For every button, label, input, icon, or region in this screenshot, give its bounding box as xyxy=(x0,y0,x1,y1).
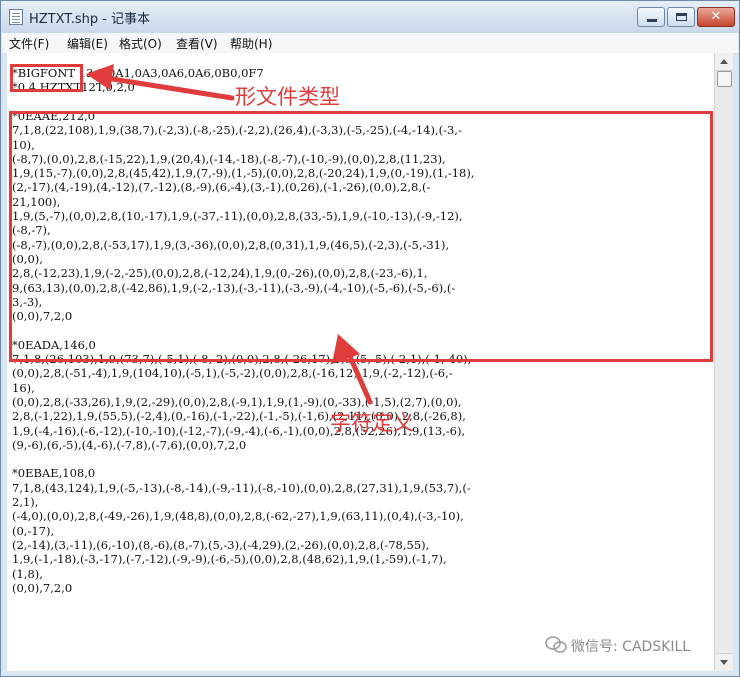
editor-line: (0,-17), xyxy=(12,523,55,538)
close-button[interactable]: ✕ xyxy=(697,7,735,27)
editor-line: (-4,0),(0,0),2,8,(-49,-26),1,9,(48,8),(0… xyxy=(12,509,464,524)
arrow-to-char-definition-icon xyxy=(332,334,373,405)
maximize-icon xyxy=(676,13,687,21)
menu-format[interactable]: 格式(O) xyxy=(119,35,162,52)
title-bar[interactable]: HZTXT.shp - 记事本 ✕ xyxy=(1,1,739,33)
menu-help[interactable]: 帮助(H) xyxy=(230,35,272,52)
editor-line: 1,9,(-1,-18),(-3,-17),(-7,-12),(-9,-9),(… xyxy=(12,552,447,567)
char-definition-label: 字符定义 xyxy=(330,411,414,435)
bigfont-highlight-box xyxy=(10,64,83,92)
menu-view[interactable]: 查看(V) xyxy=(176,35,218,52)
editor-line: *0EBAE,108,0 xyxy=(12,466,96,481)
editor-line: 16), xyxy=(12,380,35,395)
scroll-thumb[interactable] xyxy=(717,71,732,87)
editor-line: (1,8), xyxy=(12,566,43,581)
maximize-button[interactable] xyxy=(667,7,695,27)
notepad-app-icon[interactable] xyxy=(9,9,23,25)
editor-line: 7,1,8,(43,124),1,9,(-5,-13),(-8,-14),(-9… xyxy=(12,480,471,495)
menu-edit[interactable]: 编辑(E) xyxy=(67,35,108,52)
editor-line: (9,-6),(6,-5),(4,-6),(-7,8),(-7,6),(0,0)… xyxy=(12,437,247,452)
editor-line: (0,0),7,2,0 xyxy=(12,580,73,595)
wechat-icon xyxy=(545,636,567,653)
minimize-button[interactable] xyxy=(637,7,665,27)
editor-line: 2,1), xyxy=(12,495,39,509)
char-definition-highlight-box xyxy=(9,111,713,362)
arrow-to-bigfont-icon xyxy=(86,64,235,101)
scroll-up-icon[interactable] xyxy=(715,53,733,71)
editor-line: (2,-14),(3,-11),(6,-10),(8,-6),(8,-7),(5… xyxy=(12,537,430,552)
minimize-icon xyxy=(647,19,657,22)
menu-file[interactable]: 文件(F) xyxy=(9,35,49,52)
close-icon: ✕ xyxy=(710,9,722,24)
watermark-text: 微信号: CADSKILL xyxy=(571,639,691,655)
editor-line: (0,0),2,8,(-51,-4),1,9,(104,10),(-5,1),(… xyxy=(12,366,453,381)
vertical-scrollbar[interactable] xyxy=(714,53,733,671)
menu-bar: 文件(F) 编辑(E) 格式(O) 查看(V) 帮助(H) xyxy=(2,33,738,54)
scroll-down-icon[interactable] xyxy=(715,653,733,671)
shape-file-type-label: 形文件类型 xyxy=(235,85,340,109)
window-title: HZTXT.shp - 记事本 xyxy=(29,12,151,27)
